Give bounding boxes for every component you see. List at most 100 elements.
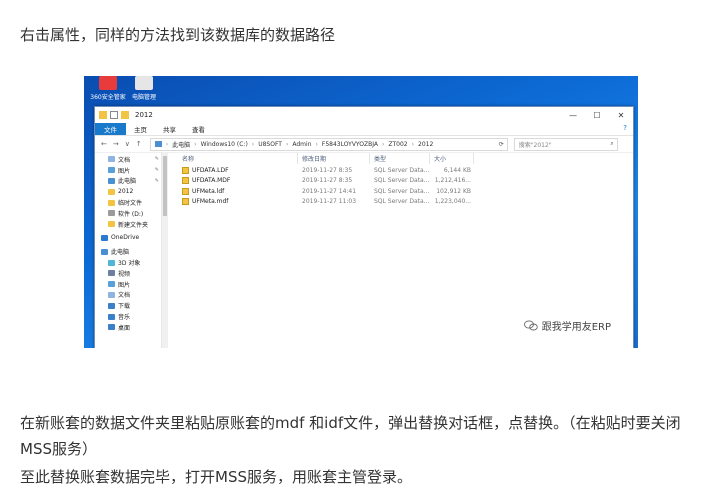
computer-icon [154,141,162,147]
nav-item[interactable]: 临时文件 [95,197,161,208]
file-row[interactable]: UFMeta.ldf 2019-11-27 14:41 SQL Server Dat… [168,186,633,197]
tab-view[interactable]: 查看 [184,123,213,135]
database-file-icon [182,198,189,206]
nav-item[interactable]: 软件 (D:) [95,208,161,219]
nav-item[interactable]: 音乐 [95,311,161,322]
nav-item-icon [108,156,115,163]
breadcrumb-item[interactable]: 2012 [418,141,433,148]
nav-item[interactable]: 桌面 [95,322,161,333]
file-row[interactable]: UFDATA.MDF 2019-11-27 8:35 SQL Server Data… [168,176,633,187]
nav-item[interactable]: OneDrive [95,233,161,244]
nav-item[interactable]: 此电脑 [95,246,161,257]
up-button[interactable]: ↑ [136,140,142,148]
nav-item-label: 3D 对象 [118,260,141,268]
window-title: 2012 [135,111,153,119]
desktop-icon-manager[interactable]: 电脑管理 [124,76,164,101]
nav-item-label: 桌面 [118,324,131,332]
close-button[interactable]: ✕ [609,107,633,123]
file-name[interactable]: UFMeta.ldf [168,186,298,197]
nav-item-icon [108,221,115,228]
tab-file[interactable]: 文件 [95,123,126,135]
article-paragraph-2: 在新账套的数据文件夹里粘贴原账套的mdf 和idf文件，弹出替换对话框，点替换。… [20,414,681,458]
column-header-type[interactable]: 类型 [370,153,430,164]
nav-item-icon [108,188,115,195]
breadcrumb-item[interactable]: 此电脑 [172,140,190,149]
maximize-button[interactable]: ☐ [585,107,609,123]
folder-icon [99,111,107,119]
nav-item-icon [108,324,115,331]
explorer-screenshot: 360安全管家 电脑管理 2012 — ☐ ✕ 文件 主页 共享 查看 ? ← … [84,76,638,348]
nav-item[interactable]: 此电脑 ✎ [95,176,161,187]
file-type: SQL Server Data... [374,166,430,174]
scrollbar-thumb[interactable] [163,156,167,216]
file-type: SQL Server Data... [374,187,430,195]
watermark: 跟我学用友ERP [523,318,611,333]
file-type: SQL Server Data... [374,198,430,206]
article-paragraph-3: 至此替换账套数据完毕，打开MSS服务，用账套主管登录。 [20,468,412,486]
nav-item[interactable]: 下载 [95,300,161,311]
help-icon[interactable]: ? [623,124,627,132]
column-header-date[interactable]: 修改日期 [298,153,370,164]
desktop-icon-label: 360安全管家 [90,94,126,101]
address-bar[interactable]: › 此电脑 › Windows10 (C:) › U8SOFT › Admin › F5… [149,137,508,151]
search-icon: ⌕ [610,140,614,147]
properties-icon[interactable] [110,111,118,119]
database-file-icon [182,177,189,185]
nav-item-icon [108,199,115,206]
file-name[interactable]: UFDATA.MDF [168,175,298,186]
file-name[interactable]: UFMeta.mdf [168,196,298,207]
tab-home[interactable]: 主页 [126,123,155,135]
nav-item[interactable]: 2012 [95,186,161,197]
nav-item-label: 临时文件 [118,200,143,208]
nav-item-label: 文档 [118,292,131,300]
nav-item[interactable]: 图片 ✎ [95,165,161,176]
nav-item-label: 此电脑 [118,178,137,186]
nav-item[interactable]: 3D 对象 [95,257,161,268]
nav-item-icon [108,302,115,309]
breadcrumb-item[interactable]: ZT002 [388,141,407,148]
refresh-icon[interactable]: ⟳ [499,141,504,148]
file-row[interactable]: UFDATA.LDF 2019-11-27 8:35 SQL Server Data… [168,165,633,176]
shield-icon [99,76,117,90]
minimize-button[interactable]: — [561,107,585,123]
column-header-name[interactable]: 名称 [168,153,298,164]
breadcrumb-item[interactable]: Admin [292,141,311,148]
new-folder-icon[interactable] [121,111,129,119]
search-input[interactable]: 搜索"2012" ⌕ [513,137,618,151]
tab-share[interactable]: 共享 [155,123,184,135]
file-size: 6,144 KB [443,166,471,174]
nav-item[interactable]: 图片 [95,279,161,290]
file-name-text: UFMeta.mdf [192,198,229,206]
nav-item-icon [108,291,115,298]
nav-item-icon [108,259,115,266]
nav-item[interactable]: 文档 ✎ [95,154,161,165]
back-button[interactable]: ← [101,140,107,148]
nav-item-label: 图片 [118,281,131,289]
breadcrumb-item[interactable]: Windows10 (C:) [201,141,248,148]
recent-dropdown[interactable]: ∨ [125,140,130,148]
nav-item-icon [101,234,108,241]
file-row[interactable]: UFMeta.mdf 2019-11-27 11:03 SQL Server Dat… [168,197,633,208]
nav-item-icon [108,270,115,277]
desktop-icon-360[interactable]: 360安全管家 [88,76,128,101]
forward-button[interactable]: → [113,140,119,148]
nav-item-label: 软件 (D:) [118,210,144,218]
file-size: 1,212,416... [434,177,471,185]
navigation-pane: 文档 ✎ 图片 ✎ 此电脑 ✎ 2012 临时文件 软件 (D:) 新建文件夹 OneDrive 此电… [95,152,162,348]
file-type: SQL Server Data... [374,177,430,185]
file-date: 2019-11-27 11:03 [302,198,357,206]
computer-icon [135,76,153,90]
breadcrumb-item[interactable]: U8SOFT [258,141,282,148]
nav-item-icon [108,167,115,174]
nav-item[interactable]: 文档 [95,290,161,301]
column-header-size[interactable]: 大小 [430,153,474,164]
pin-icon: ✎ [154,177,159,184]
file-name-text: UFDATA.LDF [192,166,229,174]
file-name[interactable]: UFDATA.LDF [168,165,298,176]
breadcrumb-item[interactable]: F5843LOYVYOZBJA [322,141,378,148]
nav-item[interactable]: 新建文件夹 [95,219,161,230]
nav-item[interactable]: 视频 [95,268,161,279]
nav-item-label: 此电脑 [111,249,130,257]
nav-item-label: 视频 [118,270,131,278]
search-placeholder: 搜索"2012" [518,141,552,149]
